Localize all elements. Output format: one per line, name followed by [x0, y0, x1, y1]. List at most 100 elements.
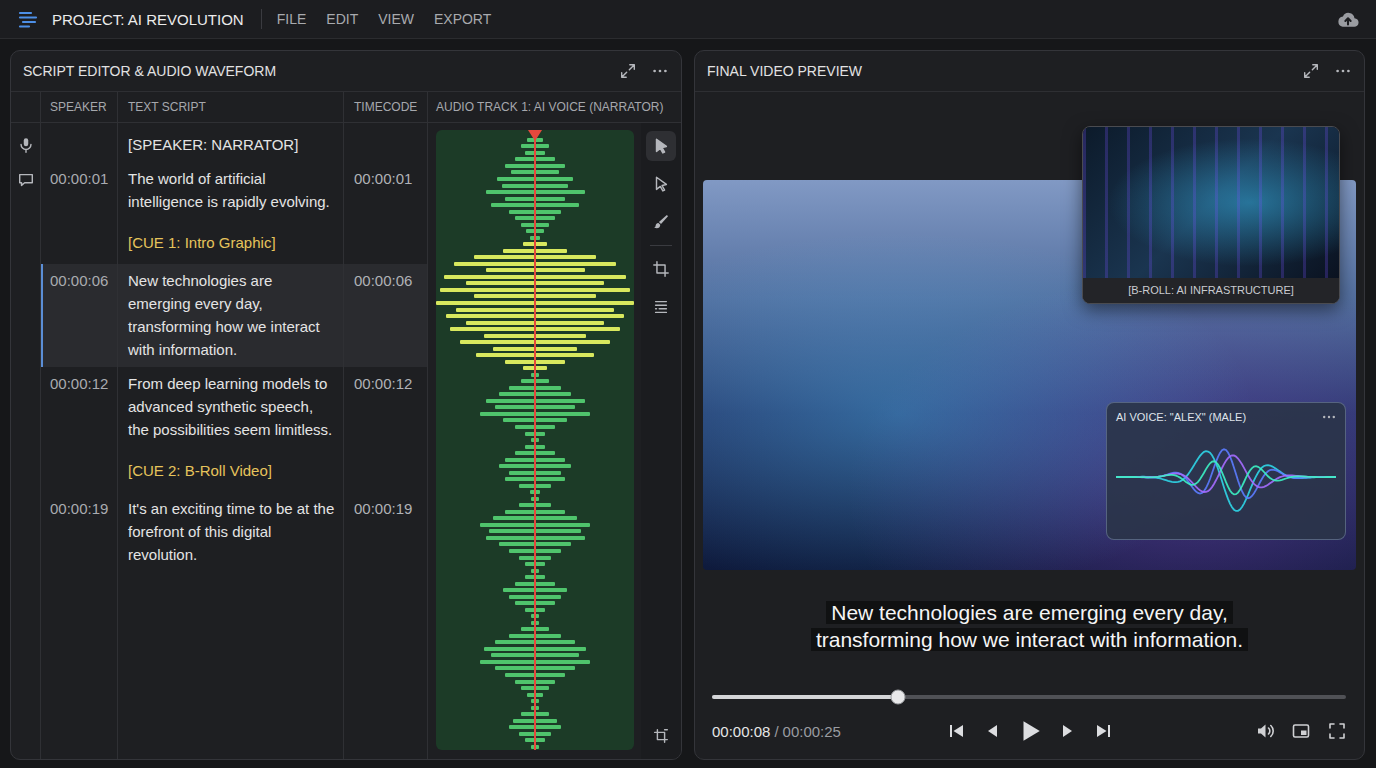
empty-cell: [344, 572, 428, 759]
playhead-handle[interactable]: [528, 130, 542, 141]
speaker-cell: [41, 123, 118, 162]
skip-back-icon[interactable]: [947, 721, 967, 741]
speaker-cell: 00:00:06: [41, 264, 118, 367]
pointer-icon[interactable]: [652, 175, 670, 193]
script-text[interactable]: [CUE 1: Intro Graphic]: [128, 234, 276, 251]
voice-card-header: AI VOICE: "ALEX" (MALE): [1107, 403, 1345, 425]
script-row[interactable]: 00:00:19 It's an exciting time to be at t…: [41, 492, 428, 572]
timecode: 00:00:06: [354, 272, 412, 289]
text-cell[interactable]: It's an exciting time to be at the foref…: [118, 492, 344, 572]
script-text[interactable]: [CUE 2: B-Roll Video]: [128, 462, 272, 479]
video-stage: [B-ROLL: AI INFRASTRUCTURE] AI VOICE: "AL…: [695, 92, 1364, 582]
script-row[interactable]: 00:00:06New technologies are emerging ev…: [41, 264, 428, 367]
picture-in-picture-icon[interactable]: [1291, 721, 1311, 741]
panel-header: SCRIPT EDITOR & AUDIO WAVEFORM: [11, 51, 681, 92]
column-label: AUDIO TRACK 1: AI VOICE (NARRATOR): [436, 100, 663, 114]
menu-item[interactable]: VIEW: [378, 11, 414, 27]
column-label: SPEAKER: [50, 100, 107, 114]
tool-button[interactable]: [646, 207, 676, 237]
timecode-cell: 00:00:01: [344, 162, 428, 219]
script-row[interactable]: 00:00:12From deep learning models to adv…: [41, 367, 428, 447]
speaker-cell: 00:00:19: [41, 492, 118, 572]
script-text[interactable]: The world of artificial intelligence is …: [128, 170, 330, 210]
comment-icon[interactable]: [17, 171, 35, 189]
text-align-icon[interactable]: [652, 298, 670, 316]
current-time: 00:00:08: [712, 723, 770, 740]
audio-waveform[interactable]: [436, 130, 634, 750]
voice-title: AI VOICE: "ALEX" (MALE): [1116, 411, 1246, 423]
text-cell[interactable]: [CUE 2: B-Roll Video]: [118, 447, 344, 492]
text-cell[interactable]: The world of artificial intelligence is …: [118, 162, 344, 219]
script-text[interactable]: [SPEAKER: NARRATOR]: [128, 136, 298, 153]
more-icon[interactable]: [651, 62, 669, 80]
speaker-time: 00:00:12: [50, 375, 108, 392]
script-row[interactable]: [CUE 2: B-Roll Video]: [41, 447, 428, 492]
skip-forward-icon[interactable]: [1093, 721, 1113, 741]
menu-item[interactable]: EDIT: [326, 11, 358, 27]
script-panel: SCRIPT EDITOR & AUDIO WAVEFORM SPEAKER TEX…: [10, 50, 682, 760]
tool-button[interactable]: [646, 721, 676, 751]
script-text[interactable]: From deep learning models to advanced sy…: [128, 375, 332, 438]
script-row[interactable]: [SPEAKER: NARRATOR]: [41, 123, 428, 162]
step-forward-icon[interactable]: [1058, 721, 1078, 741]
menu-item[interactable]: FILE: [277, 11, 307, 27]
more-icon[interactable]: [1334, 62, 1352, 80]
transport-buttons: [947, 718, 1113, 744]
crop-icon[interactable]: [652, 260, 670, 278]
timecode-cell: 00:00:12: [344, 367, 428, 447]
brush-icon[interactable]: [652, 213, 670, 231]
progress-bar[interactable]: [695, 690, 1364, 704]
fullscreen-icon[interactable]: [1327, 721, 1347, 741]
preview-panel: FINAL VIDEO PREVIEW[B-ROLL: AI INFRASTRU…: [694, 50, 1365, 760]
timecode-cell: [344, 219, 428, 264]
text-cell[interactable]: [CUE 1: Intro Graphic]: [118, 219, 344, 264]
progress-track[interactable]: [712, 695, 1346, 699]
trim-icon[interactable]: [652, 727, 670, 745]
playback-controls: 00:00:08/00:00:25: [695, 716, 1364, 746]
speaker-time: 00:00:19: [50, 500, 108, 517]
playhead[interactable]: [534, 130, 536, 750]
script-row[interactable]: [CUE 1: Intro Graphic]: [41, 219, 428, 264]
cloud-upload-icon[interactable]: [1336, 7, 1360, 31]
tool-button[interactable]: [646, 169, 676, 199]
step-back-icon[interactable]: [982, 721, 1002, 741]
timecode: 00:00:01: [354, 170, 412, 187]
column-label: TEXT SCRIPT: [128, 100, 206, 114]
script-text[interactable]: It's an exciting time to be at the foref…: [128, 500, 334, 563]
expand-icon[interactable]: [619, 62, 637, 80]
empty-cell: [41, 572, 118, 759]
text-cell[interactable]: From deep learning models to advanced sy…: [118, 367, 344, 447]
tool-button[interactable]: [646, 131, 676, 161]
header-actions: [1302, 62, 1352, 80]
text-cell[interactable]: [SPEAKER: NARRATOR]: [118, 123, 344, 162]
tool-button[interactable]: [646, 254, 676, 284]
table-filler: [41, 572, 428, 759]
expand-icon[interactable]: [1302, 62, 1320, 80]
tool-button[interactable]: [646, 292, 676, 322]
panel-header: FINAL VIDEO PREVIEW: [695, 51, 1364, 92]
timecode-cell: 00:00:19: [344, 492, 428, 572]
column-label: TIMECODE: [354, 100, 417, 114]
more-icon[interactable]: [1321, 409, 1337, 425]
logo-icon[interactable]: [18, 9, 38, 29]
voice-wave-icon: [1107, 427, 1345, 527]
timecode: 00:00:19: [354, 500, 412, 517]
progress-knob[interactable]: [891, 690, 906, 705]
voice-card[interactable]: AI VOICE: "ALEX" (MALE): [1106, 402, 1346, 540]
script-row[interactable]: 00:00:01 The world of artificial intellig…: [41, 162, 428, 219]
b-roll-card[interactable]: [B-ROLL: AI INFRASTRUCTURE]: [1082, 126, 1340, 304]
microphone-icon[interactable]: [17, 136, 35, 154]
column-header: AUDIO TRACK 1: AI VOICE (NARRATOR): [428, 92, 681, 122]
select-icon[interactable]: [652, 137, 670, 155]
speaker-cell: [41, 219, 118, 264]
play-button[interactable]: [1017, 718, 1043, 744]
menu-item[interactable]: EXPORT: [434, 11, 491, 27]
column-header: TIMECODE: [344, 92, 428, 122]
text-cell[interactable]: New technologies are emerging every day,…: [118, 264, 344, 367]
volume-icon[interactable]: [1255, 721, 1275, 741]
time-separator: /: [774, 723, 778, 740]
subtitles: New technologies are emerging every day,…: [695, 582, 1364, 653]
play-icon[interactable]: [1017, 718, 1043, 744]
empty-cell: [118, 572, 344, 759]
script-text[interactable]: New technologies are emerging every day,…: [128, 272, 320, 358]
